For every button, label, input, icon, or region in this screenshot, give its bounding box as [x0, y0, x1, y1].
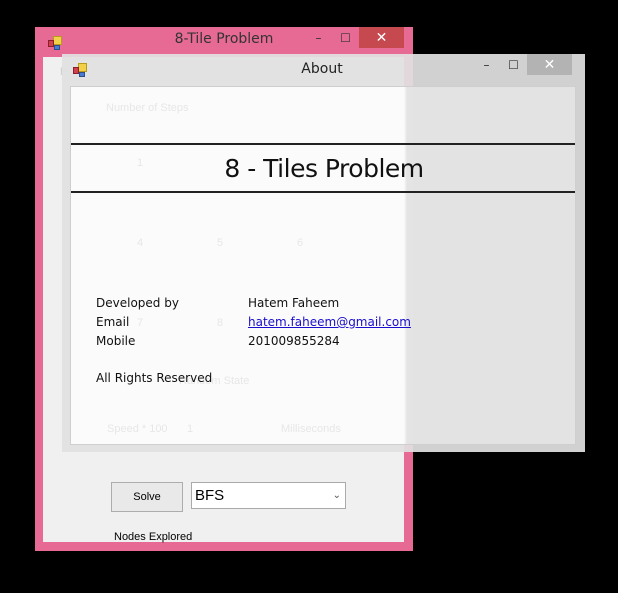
algorithm-select[interactable]: BFS ⌄ — [191, 482, 346, 509]
about-minimize-button[interactable]: – — [473, 54, 500, 75]
ghost-milliseconds: Milliseconds — [281, 423, 341, 435]
about-window: About – ☐ ✕ Number of Steps 1 4 5 6 7 8 … — [62, 54, 585, 452]
about-title-text: About — [301, 61, 343, 77]
about-heading: 8 - Tiles Problem — [224, 153, 424, 183]
close-button[interactable]: ✕ — [359, 27, 404, 48]
main-window-controls: – ☐ ✕ — [305, 27, 404, 48]
algorithm-select-value: BFS — [195, 487, 225, 504]
maximize-button[interactable]: ☐ — [332, 27, 359, 48]
minimize-button[interactable]: – — [305, 27, 332, 48]
ghost-tile-8: 8 — [217, 317, 224, 329]
rights-text: All Rights Reserved — [96, 371, 213, 385]
mobile-label: Mobile — [96, 334, 136, 348]
ghost-tile-7: 7 — [137, 317, 144, 329]
solve-button[interactable]: Solve — [111, 482, 183, 512]
ghost-tile-4: 4 — [137, 237, 144, 249]
about-maximize-button[interactable]: ☐ — [500, 54, 527, 75]
developed-by-label: Developed by — [96, 296, 179, 310]
ghost-number-of-steps: Number of Steps — [106, 102, 189, 114]
nodes-explored-label: Nodes Explored — [114, 531, 193, 543]
ghost-speed-label: Speed * 100 — [107, 423, 168, 435]
mobile-value: 201009855284 — [248, 334, 340, 348]
about-heading-band: 8 - Tiles Problem — [71, 143, 575, 193]
email-label: Email — [96, 315, 130, 329]
ghost-speed-value: 1 — [187, 423, 194, 435]
about-window-controls: – ☐ ✕ — [473, 54, 572, 75]
developed-by-value: Hatem Faheem — [248, 296, 340, 310]
email-link[interactable]: hatem.faheem@gmail.com — [248, 315, 411, 329]
ghost-tile-5: 5 — [217, 237, 224, 249]
ghost-tile-6: 6 — [297, 237, 304, 249]
about-close-button[interactable]: ✕ — [527, 54, 572, 75]
about-window-client: Number of Steps 1 4 5 6 7 8 Random State… — [70, 86, 576, 445]
chevron-down-icon: ⌄ — [332, 490, 341, 501]
